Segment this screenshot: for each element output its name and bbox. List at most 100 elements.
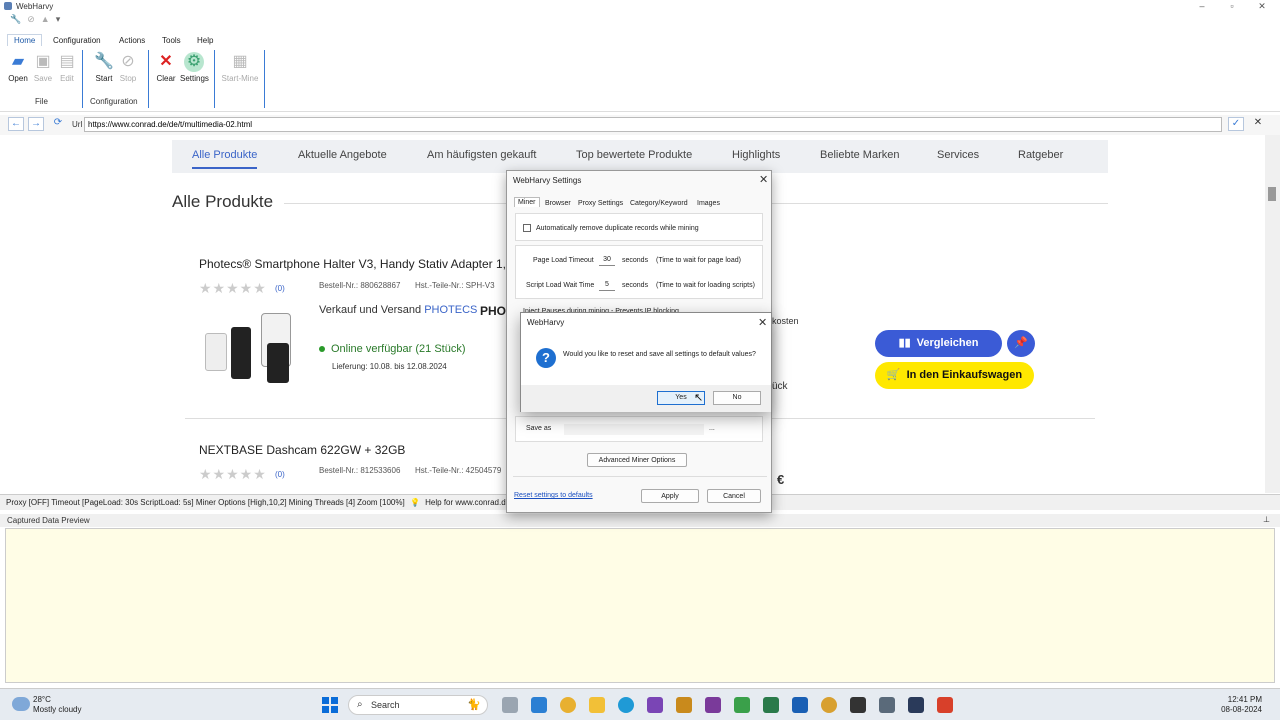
no-button[interactable]: No: [713, 391, 761, 405]
chrome-alt-icon[interactable]: [821, 697, 837, 713]
product-title[interactable]: NEXTBASE Dashcam 622GW + 32GB: [199, 443, 405, 457]
go-check-icon[interactable]: ✓: [1228, 117, 1244, 131]
excel-icon[interactable]: [763, 697, 779, 713]
tab-home[interactable]: Home: [7, 34, 43, 46]
remove-duplicates-label: Automatically remove duplicate records w…: [536, 225, 699, 232]
captured-data-preview[interactable]: [5, 528, 1275, 683]
tab-help[interactable]: Help: [197, 36, 213, 45]
maximize-icon[interactable]: ▫: [1226, 1, 1238, 11]
taskbar: 28°C Mostly cloudy ⌕ Search 🐈 12:41 PM 0…: [0, 688, 1280, 720]
remove-duplicates-checkbox[interactable]: [523, 224, 531, 232]
taskbar-search[interactable]: ⌕ Search 🐈: [348, 695, 488, 715]
nav-services[interactable]: Services: [937, 149, 979, 161]
page-scrollbar[interactable]: [1265, 135, 1280, 493]
stop-button[interactable]: ⊘ Stop: [114, 52, 142, 83]
review-count[interactable]: (0): [275, 470, 285, 479]
tab-configuration[interactable]: Configuration: [53, 36, 101, 45]
add-to-cart-button[interactable]: 🛒 In den Einkaufswagen: [875, 362, 1034, 389]
product-title[interactable]: Photecs® Smartphone Halter V3, Handy Sta…: [199, 257, 506, 271]
nav-beliebte-marken[interactable]: Beliebte Marken: [820, 149, 900, 161]
wrench-icon[interactable]: 🔧: [10, 14, 21, 30]
start-mine-button[interactable]: ▦ Start-Mine: [220, 52, 260, 83]
lock-icon[interactable]: ▲: [41, 14, 50, 30]
close-url-icon[interactable]: ✕: [1250, 117, 1266, 131]
save-as-input[interactable]: [564, 424, 704, 435]
cloud-icon[interactable]: [12, 697, 30, 711]
nav-aktuelle-angebote[interactable]: Aktuelle Angebote: [298, 149, 387, 161]
chrome-icon[interactable]: [560, 697, 576, 713]
clock-date[interactable]: 08-08-2024: [1221, 705, 1262, 714]
close-icon[interactable]: ✕: [758, 316, 767, 329]
url-input[interactable]: [84, 117, 1222, 132]
scrollbar-thumb[interactable]: [1268, 187, 1276, 201]
search-label: Search: [371, 700, 400, 710]
save-as-panel: Save as ...: [515, 416, 763, 442]
tab-category-keyword[interactable]: Category/Keyword: [630, 200, 688, 207]
order-number: Bestell-Nr.: 880628867: [319, 281, 401, 290]
nav-am-haeufigsten[interactable]: Am häufigsten gekauft: [427, 149, 536, 161]
sublime-icon[interactable]: [676, 697, 692, 713]
onenote-icon[interactable]: [705, 697, 721, 713]
webharvy-taskbar-icon[interactable]: [879, 697, 895, 713]
weather-desc[interactable]: Mostly cloudy: [33, 705, 81, 714]
close-window-icon[interactable]: ✕: [1256, 1, 1268, 12]
tab-tools[interactable]: Tools: [162, 36, 181, 45]
availability-text: Online verfügbar (21 Stück): [331, 343, 466, 355]
task-view-icon[interactable]: [502, 697, 518, 713]
group-configuration-label: Configuration: [90, 97, 138, 106]
pin-panel-icon[interactable]: ⊥: [1263, 515, 1270, 524]
browse-button[interactable]: ...: [709, 425, 715, 432]
nav-top-bewertete[interactable]: Top bewertete Produkte: [576, 149, 692, 161]
tab-browser[interactable]: Browser: [545, 200, 571, 207]
edge-icon[interactable]: [618, 697, 634, 713]
script-load-input[interactable]: 5: [599, 281, 615, 291]
sync-icon[interactable]: [734, 697, 750, 713]
dropdown-icon[interactable]: ▾: [56, 14, 61, 30]
refresh-icon[interactable]: ⟳: [50, 117, 66, 131]
app-s-icon[interactable]: [937, 697, 953, 713]
clock-time[interactable]: 12:41 PM: [1228, 695, 1262, 704]
shipping-text: kosten: [772, 316, 799, 326]
cancel-button[interactable]: Cancel: [707, 489, 761, 503]
product-image[interactable]: [203, 313, 303, 391]
status-text: Proxy [OFF] Timeout [PageLoad: 30s Scrip…: [6, 498, 405, 507]
edit-button[interactable]: ▤ Edit: [53, 52, 81, 83]
clear-button[interactable]: ✕ Clear: [152, 52, 180, 83]
page-load-input[interactable]: 30: [599, 256, 615, 266]
compare-label: Vergleichen: [916, 337, 979, 349]
back-arrow-icon[interactable]: ←: [8, 117, 24, 131]
reset-settings-link[interactable]: Reset settings to defaults: [514, 492, 593, 499]
nav-highlights[interactable]: Highlights: [732, 149, 780, 161]
snipping-tool-icon[interactable]: [908, 697, 924, 713]
help-text[interactable]: Help for www.conrad.de: [425, 498, 510, 507]
open-button[interactable]: ▰ Open: [4, 52, 32, 83]
review-count[interactable]: (0): [275, 284, 285, 293]
advanced-miner-options-button[interactable]: Advanced Miner Options: [587, 453, 687, 467]
nav-ratgeber[interactable]: Ratgeber: [1018, 149, 1063, 161]
edit-label: Edit: [60, 74, 74, 83]
windows-start-icon[interactable]: [322, 697, 338, 713]
seller-brand[interactable]: PHOTECS: [424, 304, 477, 316]
pin-button[interactable]: 📌: [1007, 330, 1035, 357]
nav-alle-produkte[interactable]: Alle Produkte: [192, 149, 258, 169]
visual-studio-icon[interactable]: [647, 697, 663, 713]
terminal-icon[interactable]: [850, 697, 866, 713]
apply-button[interactable]: Apply: [641, 489, 699, 503]
window-title: WebHarvy: [16, 2, 54, 11]
settings-button[interactable]: ⚙ Settings: [180, 52, 209, 83]
minimize-icon[interactable]: –: [1196, 1, 1208, 11]
outlook-icon[interactable]: [792, 697, 808, 713]
tab-actions[interactable]: Actions: [119, 36, 145, 45]
file-explorer-icon[interactable]: [589, 697, 605, 713]
tab-proxy-settings[interactable]: Proxy Settings: [578, 200, 623, 207]
close-icon[interactable]: ✕: [759, 173, 768, 186]
price-text: €: [777, 472, 785, 487]
tab-images[interactable]: Images: [697, 200, 720, 207]
compare-button[interactable]: ▮▮ Vergleichen: [875, 330, 1002, 357]
forward-arrow-icon[interactable]: →: [28, 117, 44, 131]
tab-miner[interactable]: Miner: [514, 197, 540, 207]
vscode-icon[interactable]: [531, 697, 547, 713]
weather-temp[interactable]: 28°C: [33, 695, 51, 704]
stop-small-icon[interactable]: ⊘: [27, 14, 35, 30]
page-load-unit: seconds: [622, 257, 649, 264]
